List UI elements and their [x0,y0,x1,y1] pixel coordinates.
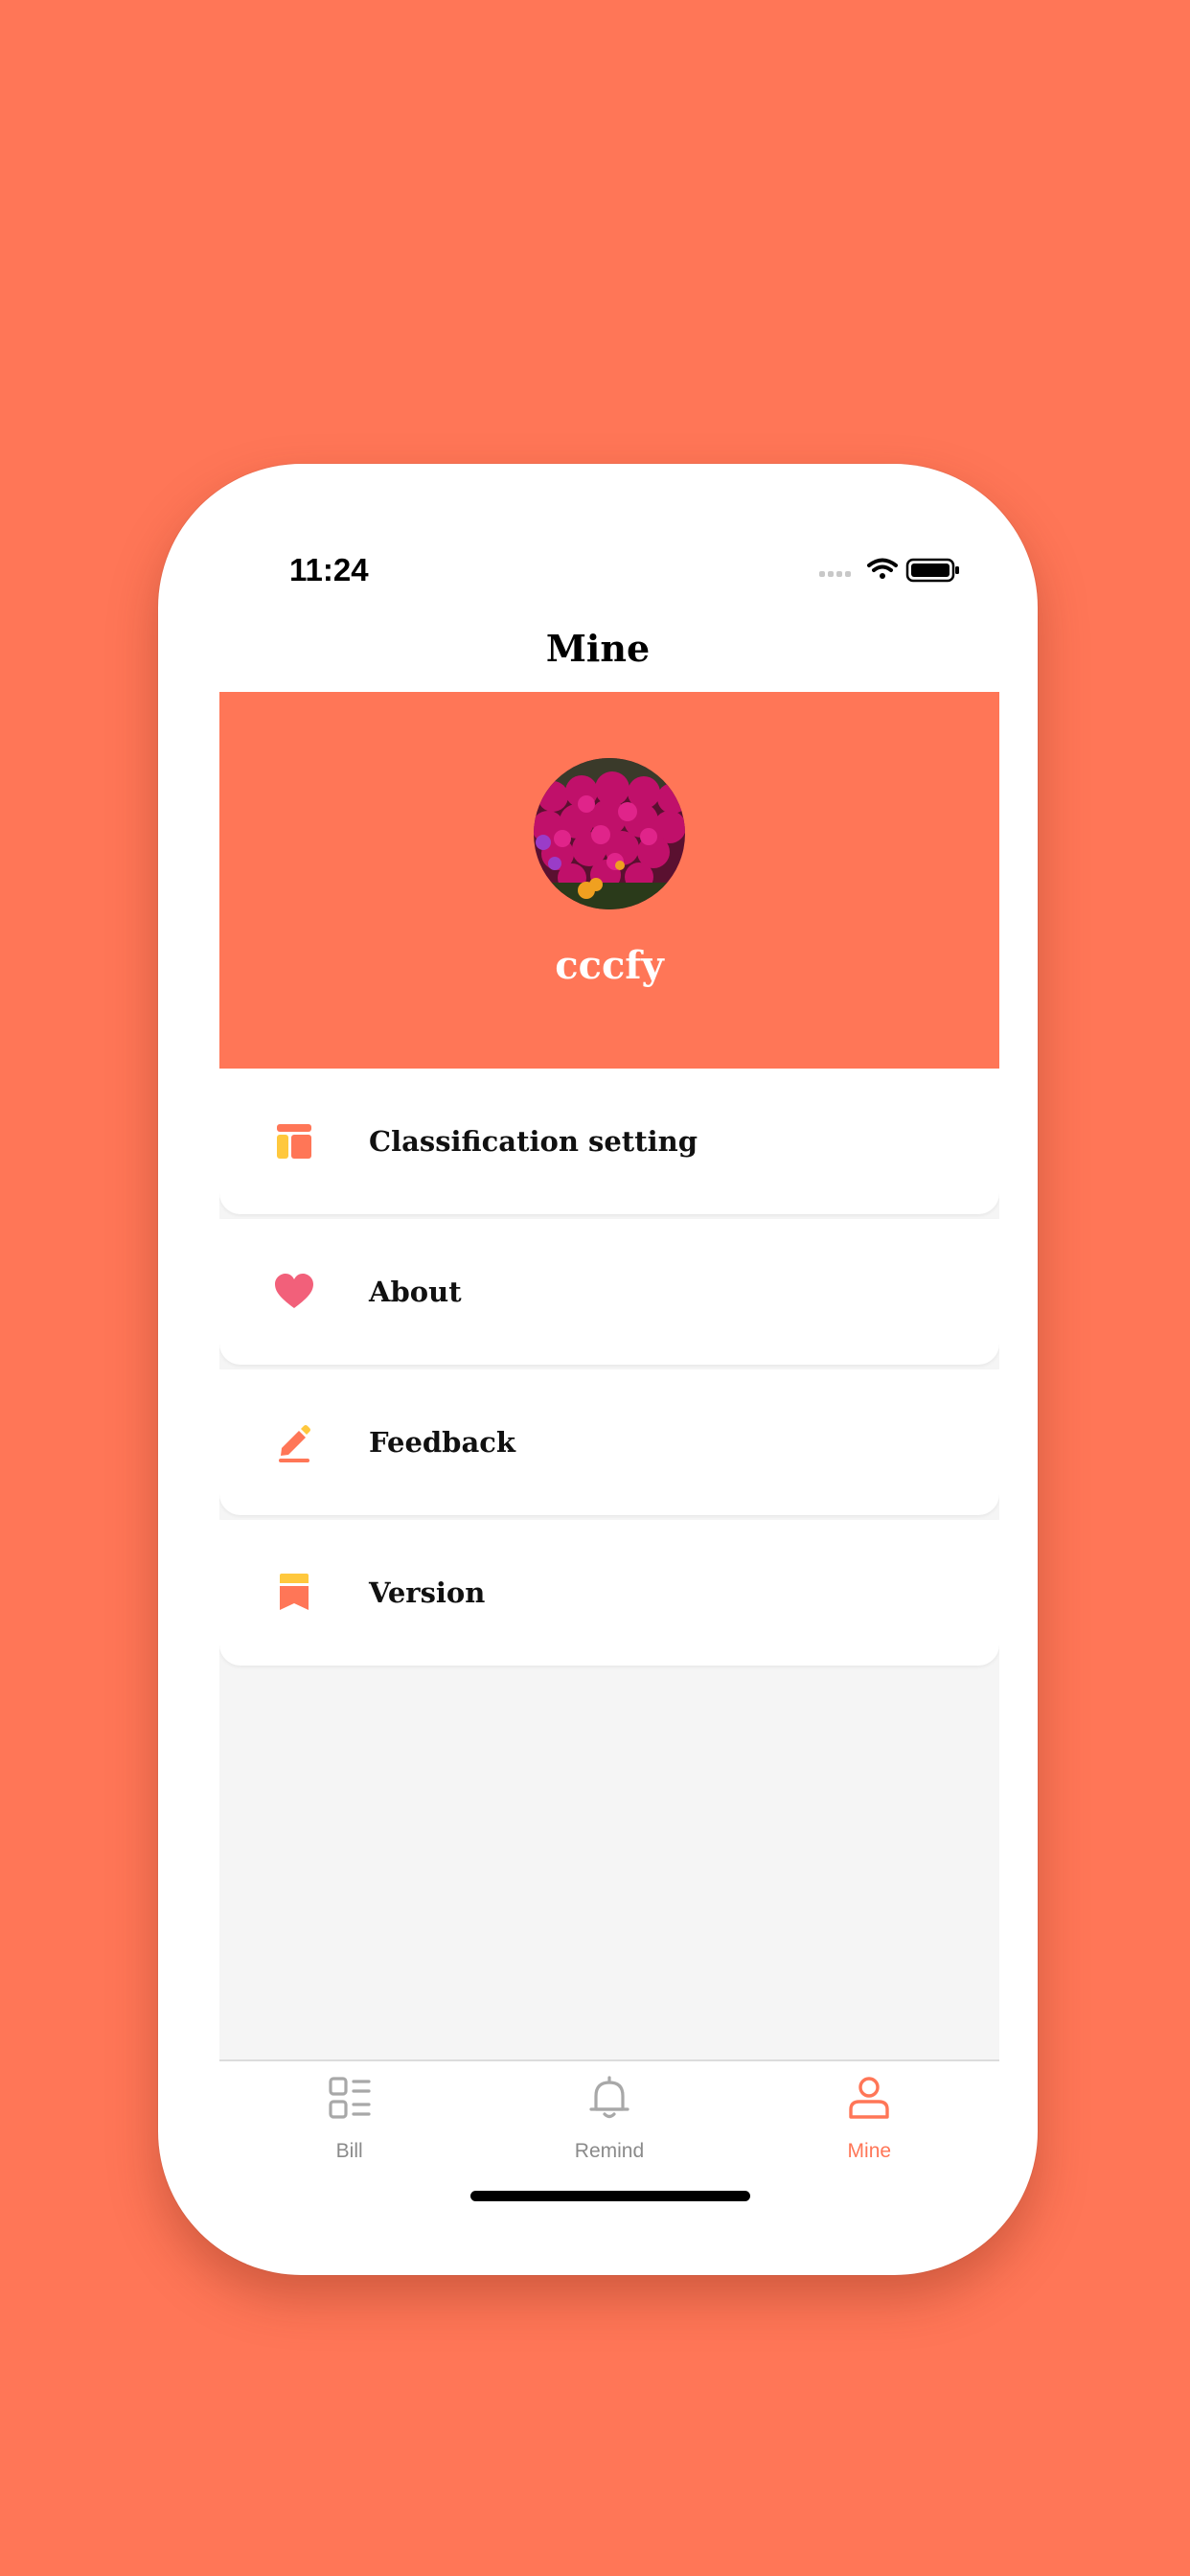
page-title: Mine [545,627,651,670]
tab-bill[interactable]: Bill [219,2061,479,2176]
tab-label: Bill [335,2140,363,2162]
battery-icon [905,558,959,583]
wifi-icon [867,558,898,579]
person-icon [849,2077,890,2119]
classification-icon [277,1124,311,1159]
heart-icon [275,1274,313,1308]
tab-label: Remind [574,2140,645,2162]
menu-item-about[interactable]: About [219,1219,999,1365]
avatar-image [534,758,685,909]
profile-header: cccfy [219,692,999,1069]
main-content: cccfy Classification setting About Feedb… [219,692,999,2062]
tab-remind[interactable]: Remind [479,2061,739,2176]
list-icon [329,2077,371,2119]
settings-menu: Classification setting About Feedback Ve… [219,1069,999,1670]
menu-item-label: Classification setting [369,1125,698,1158]
cellular-signal-icon [819,571,851,577]
avatar[interactable] [534,758,685,909]
bookmark-icon [280,1574,309,1610]
status-icons [819,558,959,583]
status-time: 11:24 [289,552,369,587]
menu-item-feedback[interactable]: Feedback [219,1369,999,1515]
bell-icon [589,2076,629,2119]
menu-item-label: About [369,1276,462,1308]
home-indicator [470,2191,750,2201]
menu-item-label: Feedback [369,1426,516,1459]
menu-item-classification[interactable]: Classification setting [219,1069,999,1214]
pencil-icon [279,1425,310,1462]
username: cccfy [555,943,664,988]
status-bar: 11:24 [158,464,1038,598]
phone-frame: 11:24 Mine cccfy Classification setting … [158,464,1038,2275]
tab-label: Mine [847,2140,892,2162]
menu-item-label: Version [369,1576,486,1609]
tab-mine[interactable]: Mine [740,2061,999,2176]
menu-item-version[interactable]: Version [219,1520,999,1666]
tab-bar: Bill Remind Mine [219,2059,999,2176]
